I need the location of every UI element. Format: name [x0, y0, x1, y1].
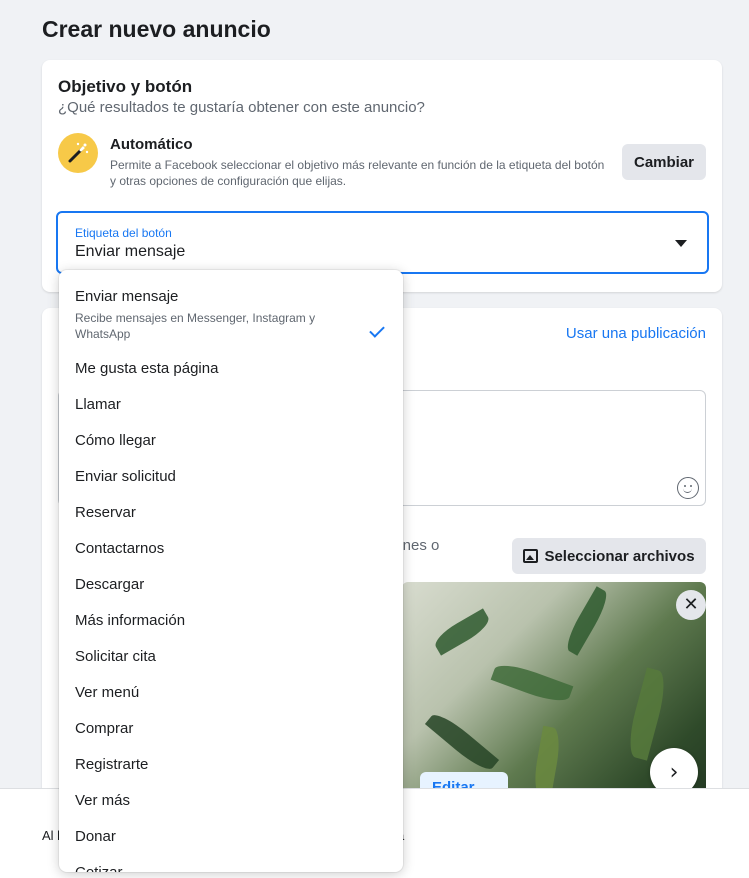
button-label-select-label: Etiqueta del botón	[75, 226, 172, 240]
dropdown-option-label: Enviar mensaje	[75, 288, 179, 305]
dropdown-option-enviar-solicitud[interactable]: Enviar solicitud	[59, 468, 403, 485]
checkmark-icon	[369, 322, 385, 338]
dropdown-option-mas-informacion[interactable]: Más información	[59, 612, 403, 629]
dropdown-option-cotizar[interactable]: Cotizar	[59, 864, 403, 872]
dropdown-option-descargar[interactable]: Descargar	[59, 576, 403, 593]
magic-wand-icon	[58, 133, 98, 173]
dropdown-option-me-gusta[interactable]: Me gusta esta página	[59, 360, 403, 377]
dropdown-option-reservar[interactable]: Reservar	[59, 504, 403, 521]
remove-media-button[interactable]: ✕	[676, 590, 706, 620]
objective-subheading: ¿Qué resultados te gustaría obtener con …	[58, 99, 425, 116]
caret-down-icon	[675, 240, 687, 247]
footer-text-left: Al l	[42, 828, 61, 843]
dropdown-option-description: Recibe mensajes en Messenger, Instagram …	[75, 311, 316, 341]
dropdown-option-ver-menu[interactable]: Ver menú	[59, 684, 403, 701]
select-files-button[interactable]: Seleccionar archivos	[512, 538, 706, 574]
button-label-dropdown: Enviar mensaje Recibe mensajes en Messen…	[59, 270, 403, 872]
page-title: Crear nuevo anuncio	[42, 16, 271, 42]
button-label-select[interactable]: Etiqueta del botón Enviar mensaje	[56, 211, 709, 274]
dropdown-option-como-llegar[interactable]: Cómo llegar	[59, 432, 403, 449]
auto-objective-description: Permite a Facebook seleccionar el objeti…	[110, 158, 605, 188]
dropdown-option-registrarte[interactable]: Registrarte	[59, 756, 403, 773]
change-objective-button[interactable]: Cambiar	[622, 144, 706, 180]
dropdown-option-llamar[interactable]: Llamar	[59, 396, 403, 413]
objective-card: Objetivo y botón ¿Qué resultados te gust…	[42, 60, 722, 292]
dropdown-option-contactarnos[interactable]: Contactarnos	[59, 540, 403, 557]
use-post-link[interactable]: Usar una publicación	[566, 325, 706, 342]
button-label-select-value: Enviar mensaje	[75, 243, 186, 260]
emoji-icon[interactable]	[677, 477, 699, 499]
dropdown-option-comprar[interactable]: Comprar	[59, 720, 403, 737]
dropdown-option-solicitar-cita[interactable]: Solicitar cita	[59, 648, 403, 665]
dropdown-option-ver-mas[interactable]: Ver más	[59, 792, 403, 809]
dropdown-option-enviar-mensaje[interactable]: Enviar mensaje Recibe mensajes en Messen…	[59, 288, 403, 342]
select-files-label: Seleccionar archivos	[544, 547, 695, 565]
dropdown-option-donar[interactable]: Donar	[59, 828, 403, 845]
objective-heading: Objetivo y botón	[58, 77, 193, 96]
photo-icon	[523, 549, 539, 563]
auto-objective-title: Automático	[110, 136, 193, 153]
